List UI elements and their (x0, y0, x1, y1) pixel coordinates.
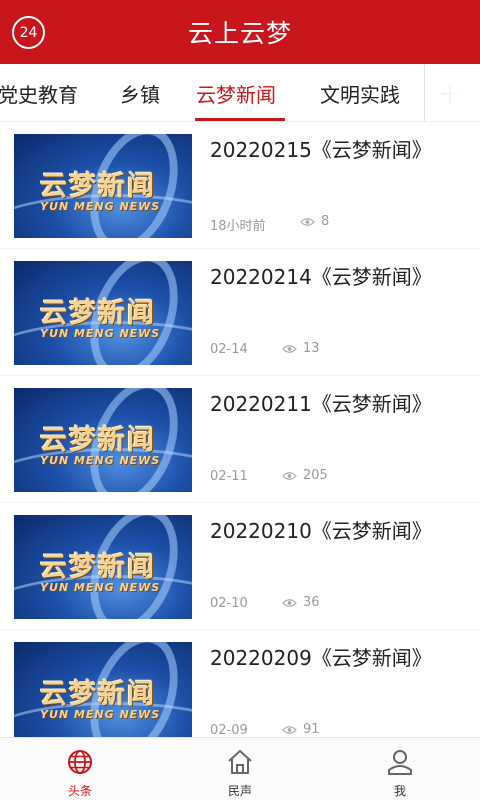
news-views: 36 (282, 595, 320, 610)
tabs-overflow-fade (424, 64, 480, 121)
news-time: 02-09 (210, 723, 248, 737)
news-item[interactable]: 云梦新闻 YUN MENG NEWS 20220210《云梦新闻》 02-10 … (0, 503, 480, 630)
eye-icon (282, 598, 297, 607)
nav-headlines[interactable]: 头条 (0, 738, 160, 800)
app-header: 24 云上云梦 (0, 0, 480, 64)
news-thumbnail: 云梦新闻 YUN MENG NEWS (14, 515, 192, 619)
news-views: 13 (282, 341, 320, 356)
tab-yunmeng-news[interactable]: 云梦新闻 (196, 79, 276, 108)
category-tabs: 党史教育 乡镇 云梦新闻 文明实践 十堰 (0, 64, 480, 122)
news-title: 20220210《云梦新闻》 (210, 519, 432, 543)
tab-party-history[interactable]: 党史教育 (0, 79, 78, 108)
news-item[interactable]: 云梦新闻 YUN MENG NEWS 20220209《云梦新闻》 02-09 … (0, 630, 480, 737)
eye-icon (282, 344, 297, 353)
bottom-nav: 头条 民声 我 (0, 737, 480, 800)
nav-voices[interactable]: 民声 (160, 738, 320, 800)
news-item[interactable]: 云梦新闻 YUN MENG NEWS 20220215《云梦新闻》 18小时前 … (0, 122, 480, 249)
app-screen: 24 云上云梦 党史教育 乡镇 云梦新闻 文明实践 十堰 云梦新闻 YUN ME… (0, 0, 480, 800)
news-thumbnail: 云梦新闻 YUN MENG NEWS (14, 261, 192, 365)
news-thumbnail: 云梦新闻 YUN MENG NEWS (14, 388, 192, 492)
tab-civilization-practice[interactable]: 文明实践 (320, 79, 400, 108)
news-views: 91 (282, 722, 320, 737)
news-views: 8 (300, 214, 329, 229)
user-icon (388, 750, 412, 775)
news-time: 02-10 (210, 596, 248, 611)
active-tab-indicator (195, 118, 285, 121)
news-title: 20220211《云梦新闻》 (210, 392, 432, 416)
news-thumbnail: 云梦新闻 YUN MENG NEWS (14, 134, 192, 238)
news-title: 20220215《云梦新闻》 (210, 138, 432, 162)
logo-24-icon[interactable]: 24 (12, 16, 45, 49)
home-icon (228, 750, 252, 774)
page-title: 云上云梦 (187, 19, 292, 48)
globe-icon (68, 750, 92, 774)
nav-label: 头条 (67, 784, 92, 798)
eye-icon (282, 725, 297, 734)
news-time: 02-11 (210, 469, 248, 484)
news-item[interactable]: 云梦新闻 YUN MENG NEWS 20220214《云梦新闻》 02-14 … (0, 249, 480, 376)
news-title: 20220214《云梦新闻》 (210, 265, 432, 289)
nav-me[interactable]: 我 (320, 738, 480, 800)
tab-towns[interactable]: 乡镇 (120, 79, 160, 108)
news-time: 02-14 (210, 342, 248, 357)
news-list: 云梦新闻 YUN MENG NEWS 20220215《云梦新闻》 18小时前 … (0, 122, 480, 737)
news-title: 20220209《云梦新闻》 (210, 646, 432, 670)
news-time: 18小时前 (210, 219, 266, 234)
eye-icon (282, 471, 297, 480)
news-thumbnail: 云梦新闻 YUN MENG NEWS (14, 642, 192, 737)
nav-label: 民声 (227, 784, 252, 798)
news-item[interactable]: 云梦新闻 YUN MENG NEWS 20220211《云梦新闻》 02-11 … (0, 376, 480, 503)
news-views: 205 (282, 468, 328, 483)
nav-label: 我 (393, 784, 406, 798)
eye-icon (300, 217, 315, 226)
